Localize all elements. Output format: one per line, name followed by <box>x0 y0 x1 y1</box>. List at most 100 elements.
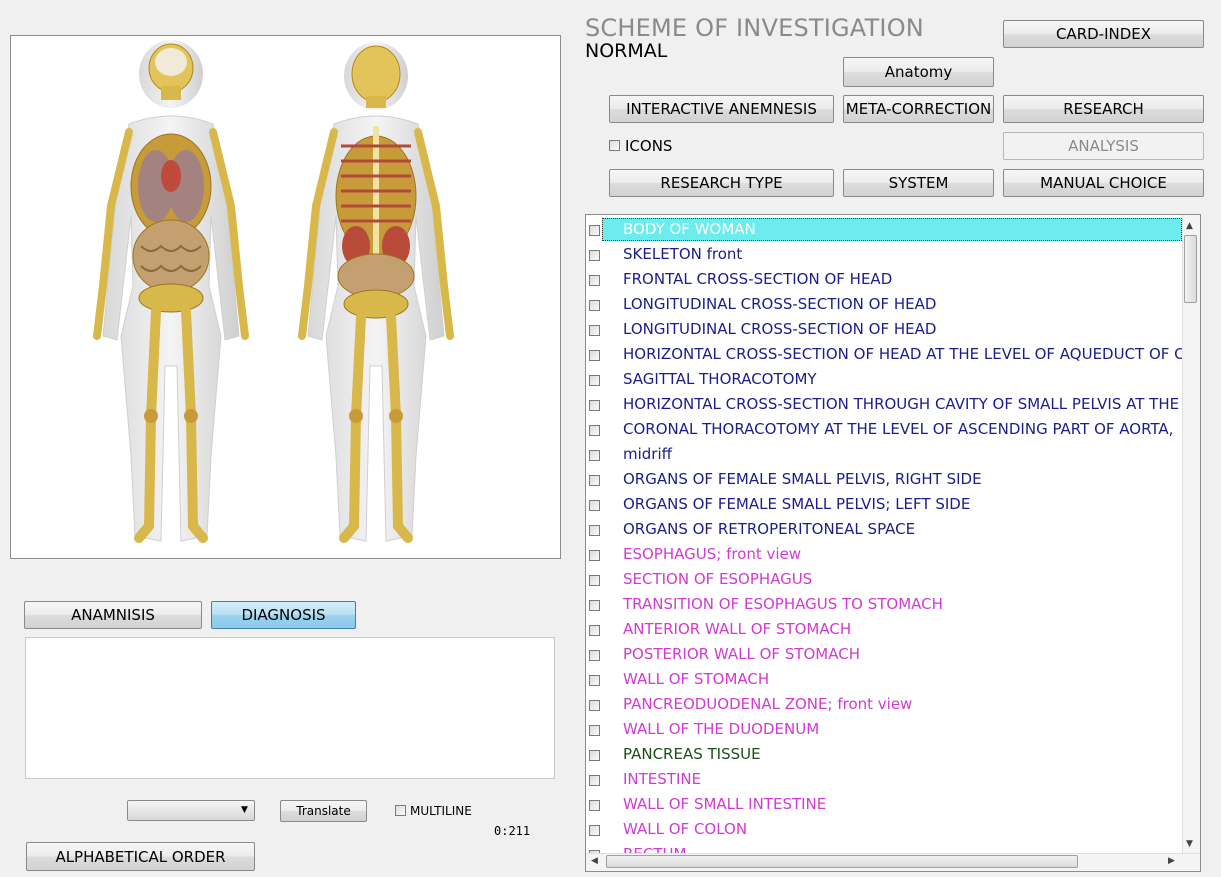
list-item[interactable]: ORGANS OF FEMALE SMALL PELVIS; LEFT SIDE <box>586 492 1182 517</box>
list-item-label: WALL OF THE DUODENUM <box>623 720 820 738</box>
list-item[interactable]: WALL OF COLON <box>586 817 1182 842</box>
list-item[interactable]: WALL OF SMALL INTESTINE <box>586 792 1182 817</box>
list-item-label: CORONAL THORACOTOMY AT THE LEVEL OF ASCE… <box>623 420 1174 438</box>
list-item-checkbox[interactable] <box>589 625 600 636</box>
list-item-label: PANCREODUODENAL ZONE; front view <box>623 695 913 713</box>
list-item[interactable]: LONGITUDINAL CROSS-SECTION OF HEAD <box>586 317 1182 342</box>
list-item-label: FRONTAL CROSS-SECTION OF HEAD <box>623 270 893 288</box>
list-item[interactable]: TRANSITION OF ESOPHAGUS TO STOMACH <box>586 592 1182 617</box>
manual-choice-button[interactable]: MANUAL CHOICE <box>1003 169 1204 197</box>
list-item-checkbox[interactable] <box>589 650 600 661</box>
list-item-checkbox[interactable] <box>589 500 600 511</box>
list-item-checkbox[interactable] <box>589 450 600 461</box>
anamnisis-button[interactable]: ANAMNISIS <box>24 601 202 629</box>
list-items-container: BODY OF WOMAN SKELETON front FRONTAL CROSS… <box>586 217 1182 855</box>
list-item-checkbox[interactable] <box>589 325 600 336</box>
list-item[interactable]: SAGITTAL THORACOTOMY <box>586 367 1182 392</box>
vertical-scrollbar[interactable] <box>1182 215 1200 855</box>
list-item-label: ORGANS OF FEMALE SMALL PELVIS; LEFT SIDE <box>623 495 971 513</box>
list-item[interactable]: ANTERIOR WALL OF STOMACH <box>586 617 1182 642</box>
list-item-checkbox[interactable] <box>589 400 600 411</box>
translate-button[interactable]: Translate <box>280 800 367 822</box>
list-item[interactable]: BODY OF WOMAN <box>586 217 1182 242</box>
icons-checkbox[interactable] <box>609 140 620 151</box>
list-item-label: LONGITUDINAL CROSS-SECTION OF HEAD <box>623 320 937 338</box>
list-item-checkbox[interactable] <box>589 825 600 836</box>
list-item-label: WALL OF COLON <box>623 820 748 838</box>
multiline-checkbox-label[interactable]: MULTILINE <box>410 804 472 818</box>
language-select[interactable]: ▼ <box>127 800 255 821</box>
list-item-label: SKELETON front <box>623 245 743 263</box>
list-item-checkbox[interactable] <box>589 525 600 536</box>
list-item-checkbox[interactable] <box>589 750 600 761</box>
list-item[interactable]: SECTION OF ESOPHAGUS <box>586 567 1182 592</box>
list-item-label: midriff <box>623 445 672 463</box>
list-item[interactable]: ORGANS OF RETROPERITONEAL SPACE <box>586 517 1182 542</box>
meta-correction-button[interactable]: META-CORRECTION <box>843 95 994 123</box>
system-button[interactable]: SYSTEM <box>843 169 994 197</box>
list-item[interactable]: WALL OF STOMACH <box>586 667 1182 692</box>
diagnosis-text-area[interactable] <box>25 637 555 779</box>
scroll-up-arrow-icon[interactable]: ▲ <box>1186 221 1193 231</box>
vertical-scroll-thumb[interactable] <box>1184 235 1197 303</box>
list-item-label: ORGANS OF RETROPERITONEAL SPACE <box>623 520 916 538</box>
scroll-right-arrow-icon[interactable]: ▶ <box>1168 856 1175 866</box>
list-item-checkbox[interactable] <box>589 475 600 486</box>
list-item-label: SECTION OF ESOPHAGUS <box>623 570 813 588</box>
anatomy-image-panel[interactable] <box>10 35 561 559</box>
list-item[interactable]: midriff <box>586 442 1182 467</box>
list-item-checkbox[interactable] <box>589 275 600 286</box>
icons-checkbox-label[interactable]: ICONS <box>625 137 672 155</box>
list-item[interactable]: POSTERIOR WALL OF STOMACH <box>586 642 1182 667</box>
research-type-button[interactable]: RESEARCH TYPE <box>609 169 834 197</box>
list-item-label: WALL OF SMALL INTESTINE <box>623 795 827 813</box>
record-counter: 0:211 <box>494 824 531 838</box>
list-item-checkbox[interactable] <box>589 300 600 311</box>
female-back-figure-icon <box>298 42 454 543</box>
investigation-list[interactable]: BODY OF WOMAN SKELETON front FRONTAL CROSS… <box>585 214 1201 872</box>
anatomy-illustration <box>93 40 454 543</box>
list-item-checkbox[interactable] <box>589 800 600 811</box>
list-item-checkbox[interactable] <box>589 725 600 736</box>
list-item-checkbox[interactable] <box>589 375 600 386</box>
list-item[interactable]: FRONTAL CROSS-SECTION OF HEAD <box>586 267 1182 292</box>
list-item-label: SAGITTAL THORACOTOMY <box>623 370 817 388</box>
card-index-button[interactable]: CARD-INDEX <box>1003 20 1204 48</box>
list-item-checkbox[interactable] <box>589 550 600 561</box>
horizontal-scroll-thumb[interactable] <box>606 855 1078 868</box>
list-item-checkbox[interactable] <box>589 600 600 611</box>
list-item-checkbox[interactable] <box>589 350 600 361</box>
list-item-label: HORIZONTAL CROSS-SECTION OF HEAD AT THE … <box>623 345 1182 363</box>
list-item-checkbox[interactable] <box>589 425 600 436</box>
list-item[interactable]: LONGITUDINAL CROSS-SECTION OF HEAD <box>586 292 1182 317</box>
list-item[interactable]: PANCREAS TISSUE <box>586 742 1182 767</box>
interactive-anemnesis-button[interactable]: INTERACTIVE ANEMNESIS <box>609 95 834 123</box>
scroll-down-arrow-icon[interactable]: ▼ <box>1186 839 1193 849</box>
research-button[interactable]: RESEARCH <box>1003 95 1204 123</box>
list-item[interactable]: WALL OF THE DUODENUM <box>586 717 1182 742</box>
scroll-left-arrow-icon[interactable]: ◀ <box>591 856 598 866</box>
analysis-button[interactable]: ANALYSIS <box>1003 132 1204 160</box>
anatomy-button[interactable]: Anatomy <box>843 57 994 87</box>
dropdown-arrow-icon: ▼ <box>241 805 248 815</box>
list-item[interactable]: ESOPHAGUS; front view <box>586 542 1182 567</box>
list-item-checkbox[interactable] <box>589 250 600 261</box>
diagnosis-button[interactable]: DIAGNOSIS <box>211 601 356 629</box>
multiline-checkbox[interactable] <box>395 805 406 816</box>
list-item-label: ESOPHAGUS; front view <box>623 545 802 563</box>
list-item-label: BODY OF WOMAN <box>623 220 756 238</box>
list-item-checkbox[interactable] <box>589 675 600 686</box>
list-item[interactable]: INTESTINE <box>586 767 1182 792</box>
list-item-label: LONGITUDINAL CROSS-SECTION OF HEAD <box>623 295 937 313</box>
list-item-checkbox[interactable] <box>589 575 600 586</box>
list-item-checkbox[interactable] <box>589 700 600 711</box>
list-item[interactable]: SKELETON front <box>586 242 1182 267</box>
list-item[interactable]: ORGANS OF FEMALE SMALL PELVIS, RIGHT SID… <box>586 467 1182 492</box>
list-item[interactable]: PANCREODUODENAL ZONE; front view <box>586 692 1182 717</box>
list-item-checkbox[interactable] <box>589 225 600 236</box>
list-item-checkbox[interactable] <box>589 775 600 786</box>
list-item[interactable]: HORIZONTAL CROSS-SECTION OF HEAD AT THE … <box>586 342 1182 367</box>
list-item[interactable]: CORONAL THORACOTOMY AT THE LEVEL OF ASCE… <box>586 417 1182 442</box>
alphabetical-order-button[interactable]: ALPHABETICAL ORDER <box>26 842 255 871</box>
list-item[interactable]: HORIZONTAL CROSS-SECTION THROUGH CAVITY … <box>586 392 1182 417</box>
